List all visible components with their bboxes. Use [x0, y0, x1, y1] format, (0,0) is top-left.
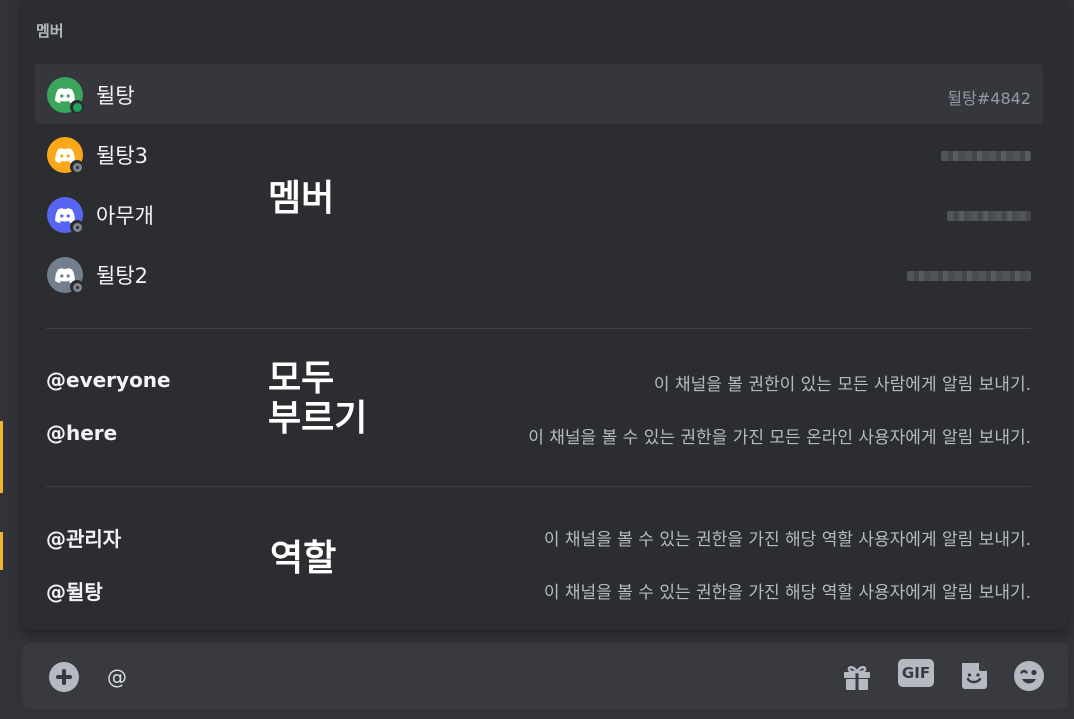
mention-autocomplete-popout: 멤버 뒬탕 뒬탕#4842 뒬탕3 아무개 뒬탕2 @everyone 이 채널… [22, 0, 1068, 630]
command-name: @everyone [46, 368, 171, 392]
plus-circle-icon[interactable] [49, 662, 79, 692]
member-tag: 뒬탕#4842 [947, 89, 1031, 108]
member-row[interactable]: 뒬탕2 [35, 244, 1043, 304]
member-name: 뒬탕2 [96, 264, 149, 288]
role-row[interactable]: @관리자 이 채널을 볼 수 있는 권한을 가진 해당 역할 사용자에게 알림 … [46, 517, 1031, 557]
gif-icon[interactable]: GIF [898, 659, 934, 687]
emoji-icon[interactable] [1012, 659, 1046, 693]
member-tag-blurred [947, 211, 1031, 221]
annotation-roles: 역할 [270, 538, 337, 579]
command-description: 이 채널을 볼 수 있는 권한을 가진 모든 온라인 사용자에게 알림 보내기. [528, 428, 1031, 448]
avatar [47, 197, 84, 234]
member-row[interactable]: 아무개 [35, 184, 1043, 244]
divider [46, 486, 1031, 487]
offline-status-icon [70, 280, 84, 294]
member-name: 뒬탕3 [96, 144, 149, 168]
annotation-members: 멤버 [268, 178, 335, 219]
role-name: @뒬탕 [46, 580, 103, 604]
member-row[interactable]: 뒬탕3 [35, 124, 1043, 184]
avatar [47, 137, 84, 174]
mention-highlight-bar [0, 532, 3, 570]
member-tag-blurred [907, 271, 1031, 281]
mention-highlight-bar [0, 421, 3, 493]
command-name: @here [46, 421, 118, 445]
annotation-mention-all-line2: 부르기 [268, 398, 368, 439]
divider [46, 328, 1031, 329]
gift-icon[interactable] [840, 659, 874, 693]
section-header-members: 멤버 [36, 22, 64, 40]
avatar [47, 77, 84, 114]
offline-status-icon [70, 220, 84, 234]
role-name: @관리자 [46, 527, 122, 551]
message-input-bar: @ GIF [22, 643, 1068, 709]
role-description: 이 채널을 볼 수 있는 권한을 가진 해당 역할 사용자에게 알림 보내기. [543, 583, 1031, 603]
message-input[interactable]: @ [107, 665, 127, 689]
role-row[interactable]: @뒬탕 이 채널을 볼 수 있는 권한을 가진 해당 역할 사용자에게 알림 보… [46, 570, 1031, 610]
mention-everyone-row[interactable]: @everyone 이 채널을 볼 권한이 있는 모든 사람에게 알림 보내기. [46, 362, 1031, 402]
sticker-icon[interactable] [957, 659, 991, 693]
member-tag-blurred [941, 151, 1031, 161]
annotation-mention-all-line1: 모두 [268, 358, 335, 399]
online-status-icon [70, 100, 84, 114]
member-row[interactable]: 뒬탕 뒬탕#4842 [35, 64, 1043, 124]
member-name: 뒬탕 [96, 84, 135, 108]
member-name: 아무개 [96, 204, 154, 228]
avatar [47, 257, 84, 294]
command-description: 이 채널을 볼 권한이 있는 모든 사람에게 알림 보내기. [653, 375, 1031, 395]
offline-status-icon [70, 160, 84, 174]
mention-here-row[interactable]: @here 이 채널을 볼 수 있는 권한을 가진 모든 온라인 사용자에게 알… [46, 415, 1031, 455]
role-description: 이 채널을 볼 수 있는 권한을 가진 해당 역할 사용자에게 알림 보내기. [543, 530, 1031, 550]
